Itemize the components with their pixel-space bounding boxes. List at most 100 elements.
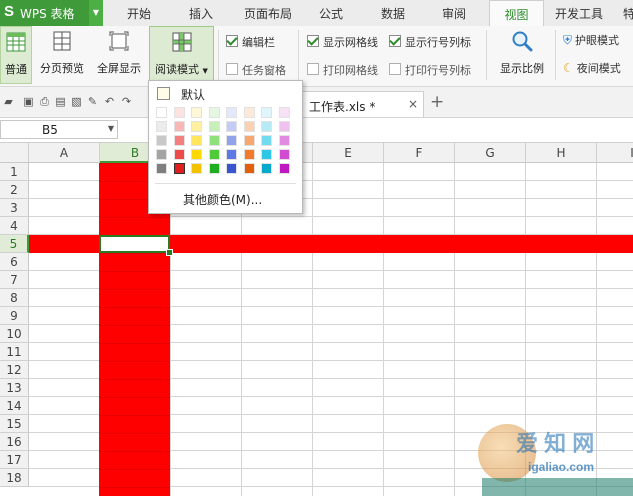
show-gridlines-checkbox[interactable]: 显示网格线 — [307, 34, 378, 50]
row-header-11[interactable]: 11 — [0, 343, 29, 361]
row-header-17[interactable]: 17 — [0, 451, 29, 469]
color-swatch[interactable] — [261, 107, 272, 118]
tab-data[interactable]: 数据 — [381, 0, 405, 26]
color-swatch[interactable] — [226, 121, 237, 132]
app-menu-chevron-icon[interactable]: ▼ — [89, 0, 103, 26]
color-swatch[interactable] — [278, 149, 290, 160]
app-logo[interactable]: S WPS 表格 — [0, 0, 89, 26]
row-header-18[interactable]: 18 — [0, 469, 29, 487]
select-all-corner[interactable] — [0, 143, 29, 163]
color-swatch[interactable] — [243, 163, 255, 174]
color-swatch[interactable] — [226, 107, 237, 118]
color-swatch[interactable] — [261, 149, 272, 160]
color-swatch[interactable] — [156, 135, 167, 146]
color-swatch[interactable] — [261, 121, 272, 132]
close-tab-icon[interactable]: × — [408, 97, 418, 111]
open-folder-icon[interactable]: ▰ — [2, 95, 15, 108]
eye-protect-button[interactable]: ⛨ 护眼模式 — [563, 32, 619, 48]
color-swatch[interactable] — [243, 107, 255, 118]
row-header-5[interactable]: 5 — [0, 235, 29, 253]
print-icon[interactable]: ⎙ — [38, 95, 51, 108]
color-swatch[interactable] — [173, 149, 185, 160]
color-swatch[interactable] — [191, 135, 202, 146]
row-header-15[interactable]: 15 — [0, 415, 29, 433]
row-header-10[interactable]: 10 — [0, 325, 29, 343]
color-swatch[interactable] — [208, 135, 220, 146]
color-swatch[interactable] — [243, 135, 255, 146]
color-swatch[interactable] — [191, 107, 202, 118]
color-swatch[interactable] — [208, 107, 220, 118]
column-header-g[interactable]: G — [455, 143, 526, 163]
tab-home[interactable]: 开始 — [127, 0, 151, 26]
color-swatch[interactable] — [243, 121, 255, 132]
row-header-7[interactable]: 7 — [0, 271, 29, 289]
row-header-4[interactable]: 4 — [0, 217, 29, 235]
show-headers-checkbox[interactable]: 显示行号列标 — [389, 34, 471, 50]
color-swatch[interactable] — [208, 149, 220, 160]
normal-view-button[interactable]: 普通 — [0, 26, 32, 84]
color-swatch[interactable] — [278, 135, 290, 146]
color-swatch[interactable] — [226, 135, 237, 146]
edit-bar-checkbox[interactable]: 编辑栏 — [226, 34, 275, 50]
column-header-e[interactable]: E — [313, 143, 384, 163]
color-swatch[interactable] — [278, 121, 290, 132]
color-swatch[interactable] — [156, 107, 167, 118]
row-header-16[interactable]: 16 — [0, 433, 29, 451]
save-icon[interactable]: ▣ — [22, 95, 35, 108]
tab-insert[interactable]: 插入 — [189, 0, 213, 26]
night-mode-button[interactable]: ☾ 夜间模式 — [563, 60, 621, 76]
tab-page-layout[interactable]: 页面布局 — [244, 0, 292, 26]
row-header-13[interactable]: 13 — [0, 379, 29, 397]
fullscreen-button[interactable]: 全屏显示 — [93, 26, 145, 84]
color-swatch[interactable] — [156, 163, 167, 174]
color-swatch[interactable] — [226, 149, 237, 160]
tab-special[interactable]: 特 — [623, 0, 633, 26]
row-header-12[interactable]: 12 — [0, 361, 29, 379]
row-header-14[interactable]: 14 — [0, 397, 29, 415]
task-pane-checkbox[interactable]: 任务窗格 — [226, 62, 286, 78]
color-swatch[interactable] — [261, 135, 272, 146]
tab-formulas[interactable]: 公式 — [319, 0, 343, 26]
color-swatch[interactable] — [173, 107, 185, 118]
row-header-9[interactable]: 9 — [0, 307, 29, 325]
color-swatch[interactable] — [191, 163, 202, 174]
color-swatch[interactable] — [173, 121, 185, 132]
redo-icon[interactable]: ↷ — [120, 95, 133, 108]
format-painter-icon[interactable]: ✎ — [86, 95, 99, 108]
column-header-a[interactable]: A — [29, 143, 100, 163]
print-preview-icon[interactable]: ▧ — [70, 95, 83, 108]
row-header-6[interactable]: 6 — [0, 253, 29, 271]
tab-developer[interactable]: 开发工具 — [555, 0, 603, 26]
color-swatch[interactable] — [173, 135, 185, 146]
color-swatch[interactable] — [226, 163, 237, 174]
column-header-i[interactable]: I — [597, 143, 633, 163]
reading-mode-button[interactable]: 阅读模式 ▼ — [149, 26, 214, 84]
color-swatch[interactable] — [261, 163, 272, 174]
row-header-2[interactable]: 2 — [0, 181, 29, 199]
fill-handle[interactable] — [166, 249, 173, 256]
row-header-8[interactable]: 8 — [0, 289, 29, 307]
color-swatch[interactable] — [278, 163, 290, 174]
name-box-chevron-down-icon[interactable]: ▼ — [108, 124, 114, 133]
color-swatch[interactable] — [156, 121, 167, 132]
export-pdf-icon[interactable]: ▤ — [54, 95, 67, 108]
zoom-button[interactable]: 显示比例 — [493, 26, 551, 84]
new-tab-icon[interactable]: + — [430, 92, 444, 112]
print-headers-checkbox[interactable]: 打印行号列标 — [389, 62, 471, 78]
undo-icon[interactable]: ↶ — [103, 95, 116, 108]
color-swatch[interactable] — [208, 163, 220, 174]
document-tab[interactable]: 工作表.xls * × — [300, 91, 424, 117]
color-swatch[interactable] — [243, 149, 255, 160]
tab-review[interactable]: 审阅 — [442, 0, 466, 26]
color-swatch[interactable] — [156, 149, 167, 160]
print-gridlines-checkbox[interactable]: 打印网格线 — [307, 62, 378, 78]
column-header-h[interactable]: H — [526, 143, 597, 163]
name-box[interactable]: B5 ▼ — [0, 120, 118, 139]
page-break-preview-button[interactable]: 分页预览 — [36, 26, 88, 84]
color-swatch[interactable] — [278, 107, 290, 118]
color-swatch[interactable] — [191, 149, 202, 160]
tab-view[interactable]: 视图 — [489, 0, 544, 27]
more-colors-option[interactable]: 其他颜色(M)... — [183, 191, 262, 208]
color-swatch[interactable] — [191, 121, 202, 132]
color-swatch[interactable] — [172, 162, 186, 175]
